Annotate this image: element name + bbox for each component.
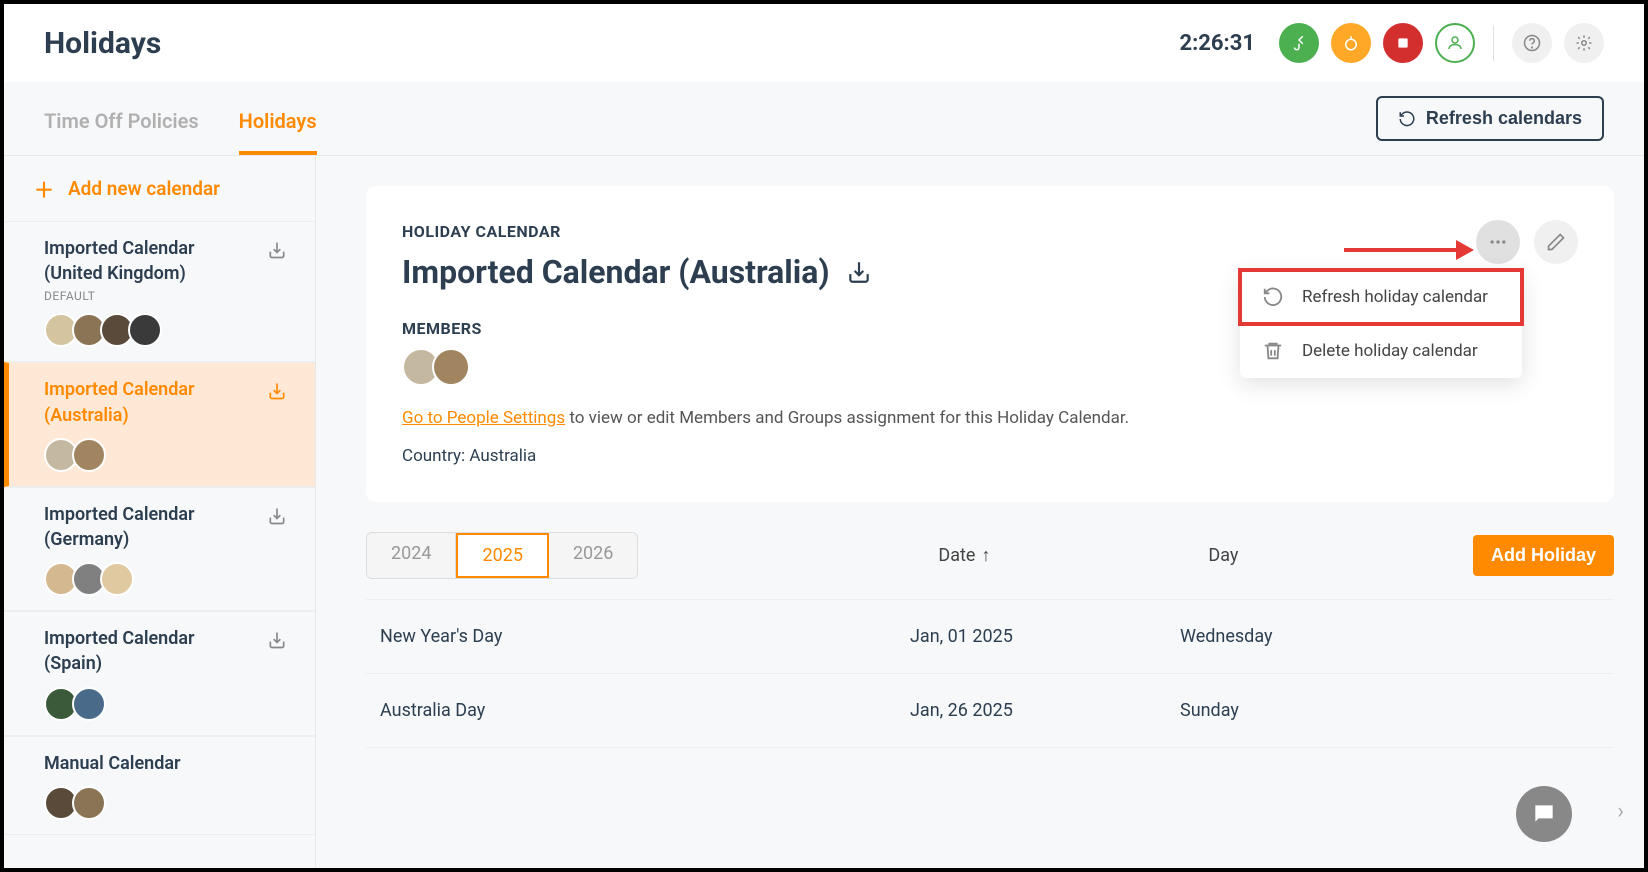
- timer-break-button[interactable]: [1331, 23, 1371, 63]
- dropdown-refresh[interactable]: Refresh holiday calendar: [1240, 270, 1522, 324]
- avatar: [432, 348, 470, 386]
- year-filter-row: 2024 2025 2026 Date ↑ Day Add Holiday: [366, 532, 1614, 579]
- plus-icon: ＋: [34, 174, 54, 203]
- calendar-name: Imported Calendar (Australia): [44, 377, 295, 427]
- calendar-name: Manual Calendar: [44, 751, 295, 776]
- year-segment: 2024 2025 2026: [366, 532, 638, 579]
- import-icon: [267, 630, 287, 650]
- add-holiday-button[interactable]: Add Holiday: [1473, 535, 1614, 576]
- dropdown-delete-label: Delete holiday calendar: [1302, 341, 1478, 361]
- member-avatars: [44, 438, 295, 472]
- calendar-name: Imported Calendar (Germany): [44, 502, 295, 552]
- column-day-header[interactable]: Day: [1208, 545, 1458, 566]
- holiday-date: Jan, 26 2025: [910, 700, 1180, 721]
- user-status-button[interactable]: [1435, 23, 1475, 63]
- main-content: HOLIDAY CALENDAR Imported Calendar (Aust…: [316, 156, 1644, 868]
- chevron-right-icon[interactable]: ›: [1617, 799, 1624, 824]
- tab-holidays[interactable]: Holidays: [239, 109, 317, 155]
- avatar: [100, 562, 134, 596]
- dropdown-menu: Refresh holiday calendar Delete holiday …: [1240, 270, 1522, 378]
- calendar-item-manual[interactable]: Manual Calendar: [4, 736, 315, 835]
- header: Holidays 2:26:31: [4, 4, 1644, 82]
- holiday-day: Wednesday: [1180, 626, 1600, 647]
- divider: [1493, 25, 1494, 61]
- holiday-row[interactable]: Australia Day Jan, 26 2025 Sunday: [366, 674, 1614, 748]
- add-calendar-label: Add new calendar: [68, 177, 220, 200]
- chat-button[interactable]: [1516, 786, 1572, 842]
- holiday-day: Sunday: [1180, 700, 1600, 721]
- body: ＋ Add new calendar Imported Calendar (Un…: [4, 156, 1644, 868]
- calendar-item-spain[interactable]: Imported Calendar (Spain): [4, 611, 315, 735]
- timer-play-button[interactable]: [1279, 23, 1319, 63]
- settings-button[interactable]: [1564, 23, 1604, 63]
- help-button[interactable]: [1512, 23, 1552, 63]
- default-tag: DEFAULT: [44, 289, 295, 303]
- holiday-date: Jan, 01 2025: [910, 626, 1180, 647]
- member-avatars: [44, 687, 295, 721]
- sidebar: ＋ Add new calendar Imported Calendar (Un…: [4, 156, 316, 868]
- more-options-button[interactable]: [1476, 220, 1520, 264]
- member-avatars: [44, 313, 295, 347]
- import-icon: [267, 381, 287, 401]
- avatar: [72, 786, 106, 820]
- tabs-bar: Time Off Policies Holidays Refresh calen…: [4, 82, 1644, 156]
- add-calendar-button[interactable]: ＋ Add new calendar: [4, 156, 315, 221]
- member-avatars: [44, 786, 295, 820]
- edit-button[interactable]: [1534, 220, 1578, 264]
- calendar-item-uk[interactable]: Imported Calendar (United Kingdom) DEFAU…: [4, 221, 315, 362]
- holiday-name: Australia Day: [380, 700, 910, 721]
- refresh-icon: [1262, 286, 1284, 308]
- import-icon: [267, 240, 287, 260]
- people-settings-link[interactable]: Go to People Settings: [402, 408, 565, 428]
- year-2026[interactable]: 2026: [549, 533, 637, 578]
- import-icon: [267, 506, 287, 526]
- tabs: Time Off Policies Holidays: [44, 82, 317, 155]
- trash-icon: [1262, 340, 1284, 362]
- year-2024[interactable]: 2024: [367, 533, 456, 578]
- refresh-icon: [1398, 110, 1416, 128]
- header-actions: 2:26:31: [1179, 23, 1604, 63]
- holiday-row[interactable]: New Year's Day Jan, 01 2025 Wednesday: [366, 599, 1614, 674]
- import-icon: [846, 259, 872, 285]
- dropdown-refresh-label: Refresh holiday calendar: [1302, 287, 1488, 307]
- cta-rest: to view or edit Members and Groups assig…: [565, 408, 1129, 428]
- page-title: Holidays: [44, 26, 161, 61]
- refresh-calendars-label: Refresh calendars: [1426, 108, 1582, 129]
- members-cta: Go to People Settings to view or edit Me…: [402, 408, 1578, 428]
- dropdown-delete[interactable]: Delete holiday calendar: [1240, 324, 1522, 378]
- calendar-item-germany[interactable]: Imported Calendar (Germany): [4, 487, 315, 611]
- sort-up-icon: ↑: [981, 545, 990, 566]
- tab-timeoff[interactable]: Time Off Policies: [44, 109, 199, 155]
- country-label: Country: Australia: [402, 446, 1578, 466]
- avatar: [72, 687, 106, 721]
- calendar-name: Imported Calendar (Spain): [44, 626, 295, 676]
- holiday-table: New Year's Day Jan, 01 2025 Wednesday Au…: [366, 599, 1614, 748]
- card-title: Imported Calendar (Australia): [402, 253, 830, 291]
- card-actions: [1476, 220, 1578, 264]
- member-avatars: [44, 562, 295, 596]
- calendar-card: HOLIDAY CALENDAR Imported Calendar (Aust…: [366, 186, 1614, 502]
- calendar-item-australia[interactable]: Imported Calendar (Australia): [4, 362, 315, 486]
- refresh-calendars-button[interactable]: Refresh calendars: [1376, 96, 1604, 141]
- timer-display: 2:26:31: [1179, 31, 1255, 56]
- calendar-name: Imported Calendar (United Kingdom): [44, 236, 295, 286]
- avatar: [72, 438, 106, 472]
- avatar: [128, 313, 162, 347]
- year-2025[interactable]: 2025: [456, 533, 548, 578]
- timer-stop-button[interactable]: [1383, 23, 1423, 63]
- column-date-header[interactable]: Date ↑: [938, 545, 1188, 566]
- arrow-annotation: [1344, 238, 1474, 262]
- holiday-name: New Year's Day: [380, 626, 910, 647]
